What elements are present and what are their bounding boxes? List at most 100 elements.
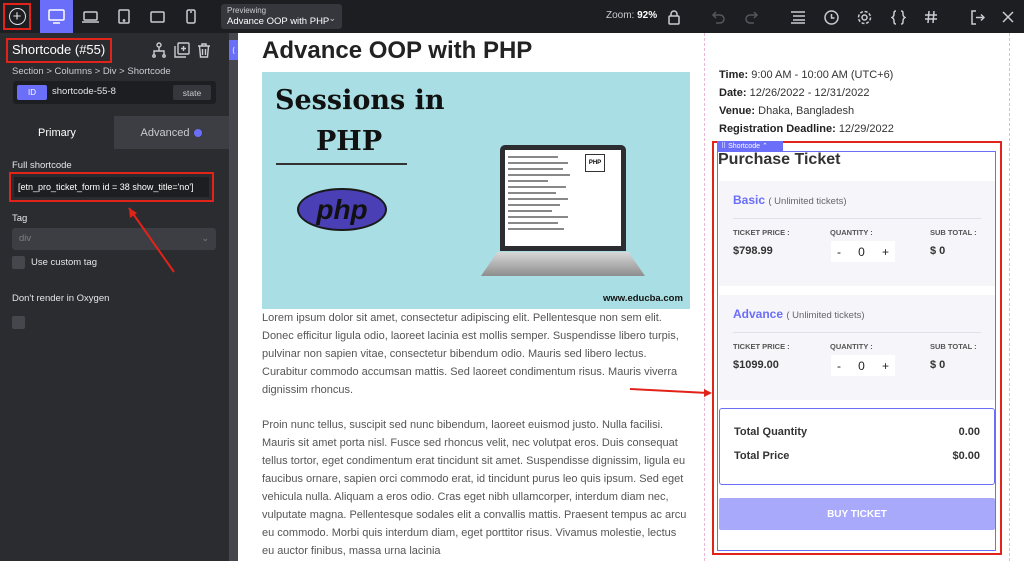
properties-panel: Shortcode (#55) Section > Columns > Div …	[0, 33, 229, 561]
page-canvas: Advance OOP with PHP Sessions in PHP php	[238, 33, 1024, 561]
custom-tag-label: Use custom tag	[31, 257, 97, 268]
subtotal-label: SUB TOTAL :	[930, 228, 977, 237]
panel-tabs: Primary Advanced	[0, 116, 229, 149]
element-title: Shortcode (#55)	[6, 38, 112, 63]
hash-icon	[925, 10, 937, 24]
ticket-availability: ( Unlimited tickets)	[768, 196, 847, 207]
body-paragraph-1[interactable]: Lorem ipsum dolor sit amet, consectetur …	[262, 309, 690, 399]
undo-button[interactable]	[708, 7, 728, 27]
phone-view-button[interactable]	[174, 0, 207, 33]
zoom-value: 92%	[637, 10, 658, 21]
ticket-card-advance: Advance ( Unlimited tickets) TICKET PRIC…	[719, 295, 995, 400]
add-element-button[interactable]: +	[3, 3, 31, 30]
increment-button[interactable]: +	[882, 359, 889, 373]
preview-label: Previewing	[227, 6, 267, 15]
desktop-view-button[interactable]	[40, 0, 73, 33]
settings-button[interactable]	[854, 7, 874, 27]
structure-button[interactable]	[788, 7, 808, 27]
total-quantity-label: Total Quantity	[734, 426, 808, 438]
full-shortcode-label: Full shortcode	[12, 160, 72, 171]
hero-rule	[276, 163, 407, 165]
zoom-label: Zoom:	[606, 10, 635, 21]
duplicate-button[interactable]	[174, 42, 190, 58]
tab-advanced[interactable]: Advanced	[114, 116, 229, 149]
history-button[interactable]	[821, 7, 841, 27]
ticket-availability: ( Unlimited tickets)	[786, 310, 865, 321]
breadcrumb: Section > Columns > Div > Shortcode	[12, 66, 171, 77]
date-value: 12/26/2022 - 12/31/2022	[749, 87, 870, 99]
ticket-price: $1099.00	[733, 359, 779, 371]
date-label: Date:	[719, 87, 747, 99]
indicator-dot-icon	[194, 128, 203, 137]
tablet-view-button[interactable]	[107, 0, 140, 33]
grid-button[interactable]	[921, 7, 941, 27]
quantity-input[interactable]: 0	[858, 245, 865, 259]
tag-select[interactable]: div ⌄	[12, 228, 216, 250]
id-selector-pill[interactable]: ID	[17, 85, 47, 100]
braces-icon	[890, 9, 906, 25]
php-logo-text: php	[316, 193, 368, 225]
duplicate-icon	[174, 42, 190, 58]
tablet-landscape-view-button[interactable]	[141, 0, 174, 33]
event-venue: Venue: Dhaka, Bangladesh	[719, 105, 854, 117]
column-guide	[704, 33, 705, 561]
exit-button[interactable]	[967, 7, 987, 27]
laptop-view-button[interactable]	[74, 0, 107, 33]
quantity-label: QUANTITY :	[830, 342, 873, 351]
tab-primary[interactable]: Primary	[0, 116, 114, 149]
ticket-title: Advance	[733, 307, 784, 321]
chevron-down-icon: ⌄	[328, 13, 336, 23]
column-guide	[1009, 33, 1010, 561]
full-shortcode-input[interactable]: [etn_pro_ticket_form id = 38 show_title=…	[14, 177, 209, 197]
tab-advanced-label: Advanced	[140, 126, 190, 139]
desktop-icon	[48, 9, 65, 24]
body-paragraph-2[interactable]: Proin nunc tellus, suscipit sed nunc bib…	[262, 416, 690, 560]
clock-icon	[823, 9, 839, 25]
decrement-button[interactable]: -	[837, 245, 841, 259]
trash-icon	[198, 43, 210, 58]
laptop-icon	[82, 10, 99, 23]
id-value[interactable]: shortcode-55-8	[52, 86, 116, 97]
quantity-input[interactable]: 0	[858, 359, 865, 373]
tag-select-value: div	[19, 233, 32, 244]
oxygen-builder-window: + Previewing Advance OOP with PHP ⌄ Zoom…	[0, 0, 1024, 561]
total-price-label: Total Price	[734, 450, 790, 462]
hero-url: www.educba.com	[603, 293, 683, 304]
ticket-name: Basic ( Unlimited tickets)	[733, 193, 847, 207]
collapse-panel-button[interactable]: ⟨	[229, 40, 238, 60]
panel-divider	[229, 33, 238, 561]
featured-image[interactable]: Sessions in PHP php PHP www.educba.com	[262, 72, 690, 309]
deadline-value: 12/29/2022	[838, 123, 894, 135]
hierarchy-icon	[152, 42, 166, 58]
divider	[733, 332, 981, 333]
preview-page-select[interactable]: Previewing Advance OOP with PHP ⌄	[221, 4, 342, 29]
gear-icon	[857, 10, 871, 24]
code-screen: PHP	[505, 150, 621, 246]
increment-button[interactable]: +	[882, 245, 889, 259]
redo-button[interactable]	[742, 7, 762, 27]
buy-ticket-button[interactable]: BUY TICKET	[719, 498, 995, 530]
php-file-badge: PHP	[585, 154, 605, 172]
lock-button[interactable]	[664, 7, 684, 27]
state-button[interactable]: state	[173, 85, 211, 100]
tablet-landscape-icon	[150, 10, 165, 23]
selector-row: ID shortcode-55-8 state	[13, 81, 216, 104]
close-button[interactable]	[998, 7, 1018, 27]
dont-render-checkbox[interactable]	[12, 316, 25, 329]
code-button[interactable]	[888, 7, 908, 27]
undo-icon	[711, 11, 725, 24]
deadline-label: Registration Deadline:	[719, 123, 836, 135]
delete-button[interactable]	[196, 42, 212, 58]
hierarchy-button[interactable]	[151, 42, 167, 58]
redo-icon	[745, 11, 759, 24]
custom-tag-checkbox[interactable]	[12, 256, 25, 269]
subtotal-value: $ 0	[930, 245, 946, 257]
post-title[interactable]: Advance OOP with PHP	[262, 37, 532, 65]
totals-box: Total Quantity 0.00 Total Price $0.00	[719, 408, 995, 485]
structure-icon	[791, 11, 805, 24]
decrement-button[interactable]: -	[837, 359, 841, 373]
tag-label: Tag	[12, 213, 28, 224]
phone-icon	[185, 9, 196, 24]
shortcode-tag-label: Shortcode	[728, 143, 760, 150]
lock-icon	[668, 9, 680, 25]
